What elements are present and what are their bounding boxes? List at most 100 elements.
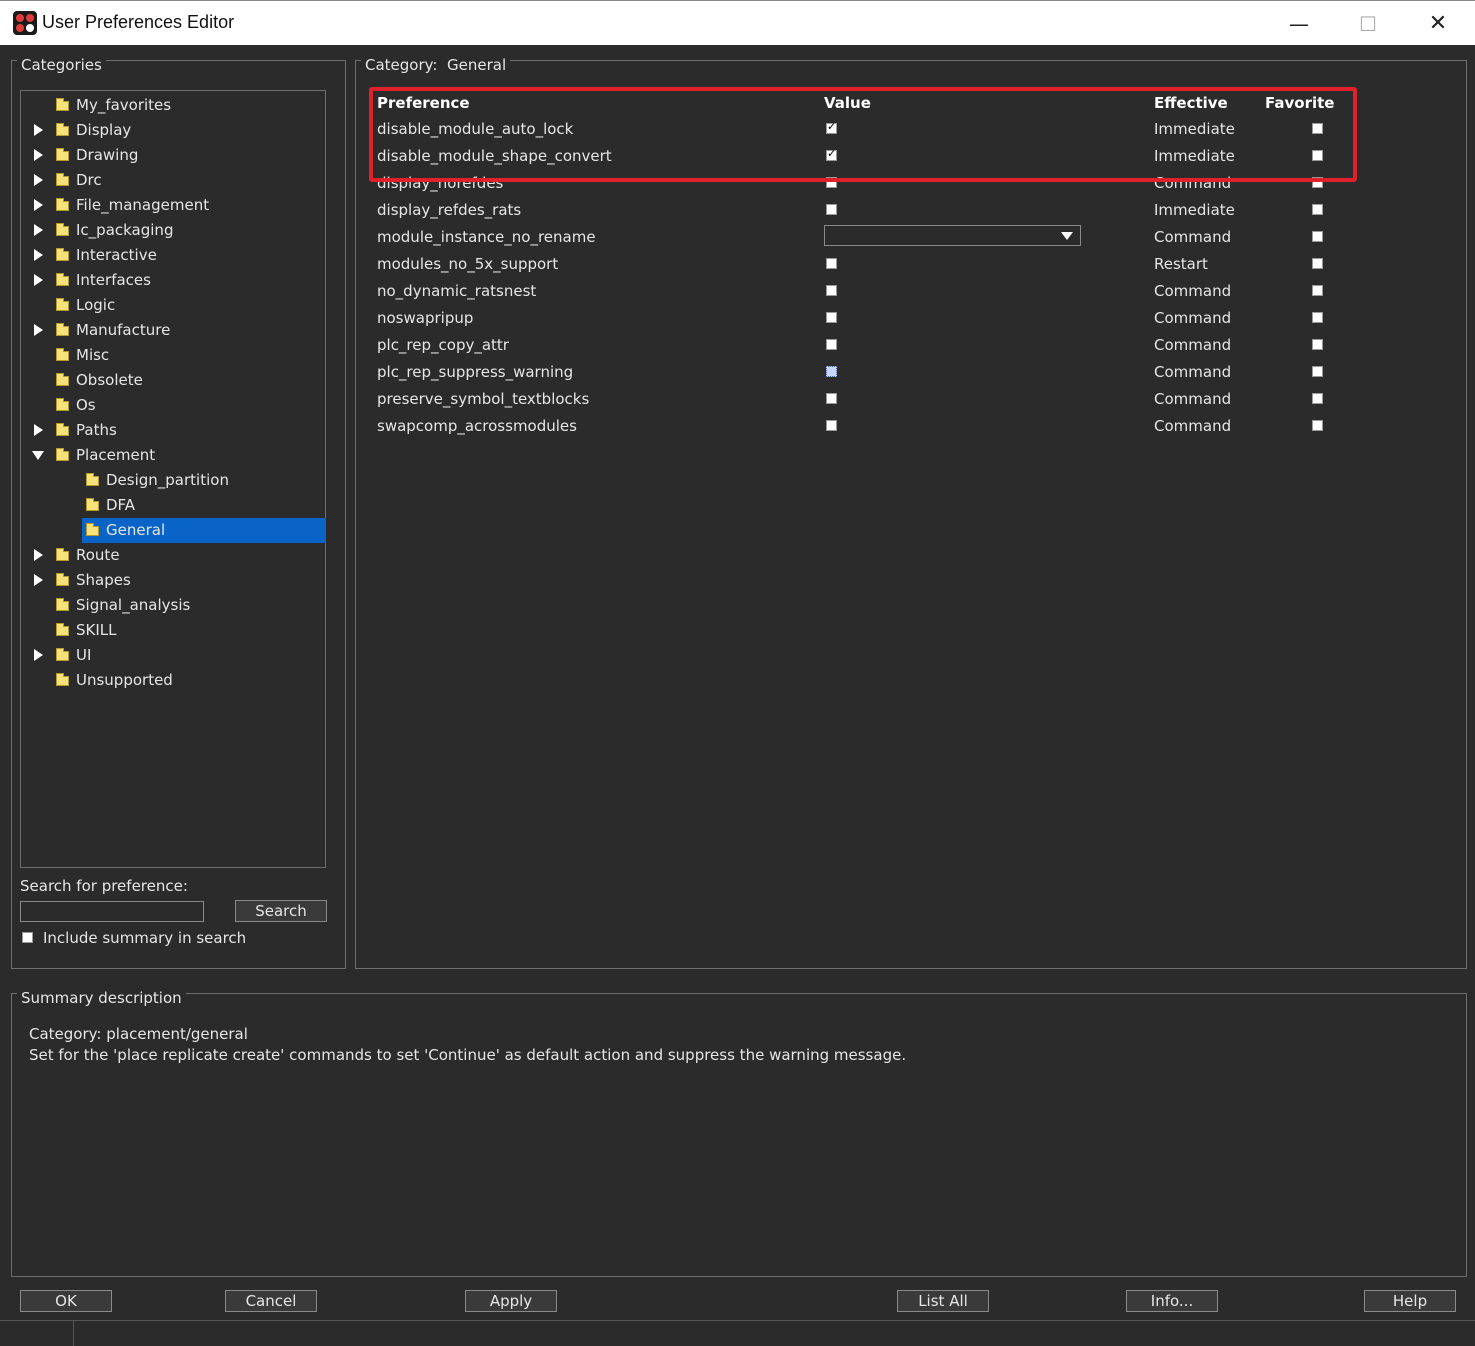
tree-item-label: Display xyxy=(76,121,132,139)
favorite-checkbox[interactable] xyxy=(1312,123,1323,134)
preference-name: disable_module_shape_convert xyxy=(377,147,612,165)
preference-value-checkbox[interactable] xyxy=(826,258,837,269)
preference-effective: Command xyxy=(1154,336,1232,354)
help-button[interactable]: Help xyxy=(1364,1290,1456,1312)
column-header-effective[interactable]: Effective xyxy=(1154,94,1228,112)
tree-item-my-favorites[interactable]: My_favorites xyxy=(21,93,325,118)
favorite-checkbox[interactable] xyxy=(1312,204,1323,215)
preference-value-checkbox[interactable] xyxy=(826,120,837,134)
expand-arrow-icon[interactable] xyxy=(34,174,43,186)
expand-arrow-icon[interactable] xyxy=(34,424,43,436)
collapse-arrow-icon[interactable] xyxy=(32,451,44,460)
tree-item-ic-packaging[interactable]: Ic_packaging xyxy=(21,218,325,243)
preference-effective: Command xyxy=(1154,228,1232,246)
apply-button[interactable]: Apply xyxy=(465,1290,557,1312)
folder-icon xyxy=(56,173,69,186)
tree-item-skill[interactable]: SKILL xyxy=(21,618,325,643)
preference-value-checkbox[interactable] xyxy=(826,177,837,188)
preference-value-checkbox[interactable] xyxy=(826,147,837,161)
folder-icon xyxy=(56,273,69,286)
maximize-button[interactable]: ☐ xyxy=(1333,1,1403,46)
favorite-checkbox[interactable] xyxy=(1312,393,1323,404)
folder-icon xyxy=(56,373,69,386)
category-panel-group xyxy=(355,60,1467,969)
favorite-checkbox[interactable] xyxy=(1312,285,1323,296)
expand-arrow-icon[interactable] xyxy=(34,249,43,261)
folder-icon xyxy=(86,473,99,486)
folder-icon xyxy=(56,348,69,361)
title-bar: User Preferences Editor — ☐ ✕ xyxy=(0,0,1475,45)
favorite-checkbox[interactable] xyxy=(1312,258,1323,269)
preference-effective: Immediate xyxy=(1154,147,1235,165)
expand-arrow-icon[interactable] xyxy=(34,199,43,211)
preference-value-checkbox[interactable] xyxy=(826,366,837,377)
tree-item-manufacture[interactable]: Manufacture xyxy=(21,318,325,343)
tree-item-general[interactable]: General xyxy=(82,518,326,543)
folder-icon xyxy=(56,423,69,436)
include-summary-checkbox[interactable] xyxy=(22,932,33,943)
tree-item-dfa[interactable]: DFA xyxy=(21,493,325,518)
favorite-checkbox[interactable] xyxy=(1312,366,1323,377)
preference-value-checkbox[interactable] xyxy=(826,285,837,296)
favorite-checkbox[interactable] xyxy=(1312,177,1323,188)
expand-arrow-icon[interactable] xyxy=(34,574,43,586)
favorite-checkbox[interactable] xyxy=(1312,150,1323,161)
tree-item-unsupported[interactable]: Unsupported xyxy=(21,668,325,693)
favorite-checkbox[interactable] xyxy=(1312,231,1323,242)
preference-value-checkbox[interactable] xyxy=(826,420,837,431)
tree-item-label: Manufacture xyxy=(76,321,171,339)
tree-item-drc[interactable]: Drc xyxy=(21,168,325,193)
tree-item-os[interactable]: Os xyxy=(21,393,325,418)
preference-name: disable_module_auto_lock xyxy=(377,120,574,138)
tree-item-label: Route xyxy=(76,546,120,564)
expand-arrow-icon[interactable] xyxy=(34,549,43,561)
preference-value-dropdown[interactable] xyxy=(824,225,1081,246)
tree-item-route[interactable]: Route xyxy=(21,543,325,568)
preference-value-checkbox[interactable] xyxy=(826,312,837,323)
search-label: Search for preference: xyxy=(20,877,188,895)
tree-item-label: Misc xyxy=(76,346,110,364)
tree-item-file-management[interactable]: File_management xyxy=(21,193,325,218)
favorite-checkbox[interactable] xyxy=(1312,312,1323,323)
info-button[interactable]: Info... xyxy=(1126,1290,1218,1312)
column-header-preference[interactable]: Preference xyxy=(377,94,470,112)
search-button[interactable]: Search xyxy=(235,900,327,922)
favorite-checkbox[interactable] xyxy=(1312,339,1323,350)
tree-item-interfaces[interactable]: Interfaces xyxy=(21,268,325,293)
preference-value-checkbox[interactable] xyxy=(826,393,837,404)
minimize-button[interactable]: — xyxy=(1264,1,1334,46)
close-button[interactable]: ✕ xyxy=(1403,1,1473,46)
expand-arrow-icon[interactable] xyxy=(34,149,43,161)
expand-arrow-icon[interactable] xyxy=(34,649,43,661)
tree-item-interactive[interactable]: Interactive xyxy=(21,243,325,268)
tree-item-obsolete[interactable]: Obsolete xyxy=(21,368,325,393)
tree-item-label: General xyxy=(106,521,166,539)
tree-item-display[interactable]: Display xyxy=(21,118,325,143)
tree-item-logic[interactable]: Logic xyxy=(21,293,325,318)
tree-item-ui[interactable]: UI xyxy=(21,643,325,668)
tree-item-placement[interactable]: Placement xyxy=(21,443,325,468)
tree-item-paths[interactable]: Paths xyxy=(21,418,325,443)
list-all-button[interactable]: List All xyxy=(897,1290,989,1312)
expand-arrow-icon[interactable] xyxy=(34,224,43,236)
preference-value-checkbox[interactable] xyxy=(826,204,837,215)
favorite-checkbox[interactable] xyxy=(1312,420,1323,431)
tree-item-drawing[interactable]: Drawing xyxy=(21,143,325,168)
category-tree[interactable]: My_favorites Display Drawing Drc File_manage… xyxy=(20,90,326,868)
column-header-value[interactable]: Value xyxy=(824,94,871,112)
search-input[interactable] xyxy=(20,901,204,922)
cancel-button[interactable]: Cancel xyxy=(225,1290,317,1312)
ok-button[interactable]: OK xyxy=(20,1290,112,1312)
preference-name: display_norefdes xyxy=(377,174,504,192)
expand-arrow-icon[interactable] xyxy=(34,324,43,336)
column-header-favorite[interactable]: Favorite xyxy=(1265,94,1334,112)
tree-item-misc[interactable]: Misc xyxy=(21,343,325,368)
tree-item-design-partition[interactable]: Design_partition xyxy=(21,468,325,493)
expand-arrow-icon[interactable] xyxy=(34,274,43,286)
tree-item-signal-analysis[interactable]: Signal_analysis xyxy=(21,593,325,618)
summary-line-description: Set for the 'place replicate create' com… xyxy=(29,1046,907,1064)
summary-label: Summary description xyxy=(17,989,186,1007)
preference-value-checkbox[interactable] xyxy=(826,339,837,350)
tree-item-shapes[interactable]: Shapes xyxy=(21,568,325,593)
expand-arrow-icon[interactable] xyxy=(34,124,43,136)
